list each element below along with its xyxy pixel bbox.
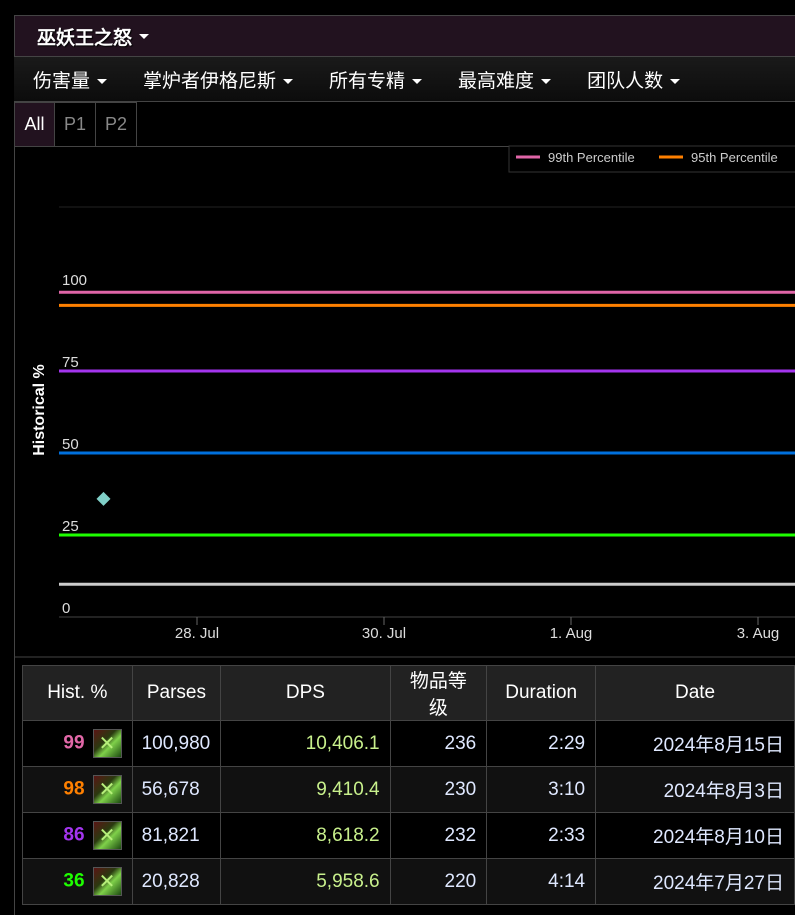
y-tick-label: 50 bbox=[62, 436, 79, 453]
y-tick-label: 75 bbox=[62, 354, 79, 371]
ilvl-cell: 232 bbox=[389, 812, 488, 859]
table-row[interactable]: 86 81,821 8,618.2 232 2:33 2024年8月10日 bbox=[22, 812, 795, 859]
hist-pct-cell: 86 bbox=[22, 812, 133, 859]
spec-icon bbox=[92, 775, 122, 804]
legend-label: 99th Percentile bbox=[548, 150, 635, 165]
dps-cell: 9,410.4 bbox=[220, 766, 391, 813]
table-row[interactable]: 36 20,828 5,958.6 220 4:14 2024年7月27日 bbox=[22, 858, 795, 905]
date-cell[interactable]: 2024年8月10日 bbox=[595, 812, 795, 859]
column-header[interactable]: 物品等级 bbox=[389, 665, 488, 721]
parses-cell: 81,821 bbox=[131, 812, 222, 859]
duration-cell: 2:33 bbox=[486, 812, 597, 859]
y-tick-label: 100 bbox=[62, 272, 87, 289]
dps-cell: 5,958.6 bbox=[220, 858, 391, 905]
spec-icon bbox=[92, 821, 122, 850]
dps-cell: 8,618.2 bbox=[220, 812, 391, 859]
table-row[interactable]: 98 56,678 9,410.4 230 3:10 2024年8月3日 bbox=[22, 766, 795, 813]
legend-label: 95th Percentile bbox=[691, 150, 778, 165]
percentile: 86 bbox=[63, 824, 85, 846]
y-tick-label: 0 bbox=[62, 600, 70, 617]
table-row[interactable]: 99 100,980 10,406.1 236 2:29 2024年8月15日 bbox=[22, 720, 795, 767]
parses-cell: 20,828 bbox=[131, 858, 222, 905]
date-cell[interactable]: 2024年8月3日 bbox=[595, 766, 795, 813]
x-tick-label: 1. Aug bbox=[550, 625, 593, 642]
x-tick-label: 30. Jul bbox=[362, 625, 406, 642]
column-header[interactable]: Parses bbox=[131, 665, 222, 721]
y-axis-label: Historical % bbox=[31, 364, 48, 456]
spec-icon bbox=[92, 867, 122, 896]
column-header[interactable]: DPS bbox=[220, 665, 391, 721]
spec-icon bbox=[92, 729, 122, 758]
column-header[interactable]: Date bbox=[595, 665, 795, 721]
y-tick-label: 25 bbox=[62, 518, 79, 535]
historical-chart: 0 25 50 75 100 28. Jul 30. Jul 1. Aug 3. Aug Hist… bbox=[14, 145, 795, 658]
duration-cell: 2:29 bbox=[486, 720, 597, 767]
ilvl-cell: 230 bbox=[389, 766, 488, 813]
hist-pct-cell: 98 bbox=[22, 766, 133, 813]
hist-pct-cell: 99 bbox=[22, 720, 133, 767]
parses-table: Hist. %ParsesDPS物品等级DurationDate 99 100,… bbox=[22, 665, 795, 905]
percentile: 98 bbox=[63, 778, 85, 800]
date-cell[interactable]: 2024年8月15日 bbox=[595, 720, 795, 767]
date-cell[interactable]: 2024年7月27日 bbox=[595, 858, 795, 905]
duration-cell: 3:10 bbox=[486, 766, 597, 813]
ilvl-cell: 220 bbox=[389, 858, 488, 905]
dps-cell: 10,406.1 bbox=[220, 720, 391, 767]
duration-cell: 4:14 bbox=[486, 858, 597, 905]
parses-cell: 100,980 bbox=[131, 720, 222, 767]
ilvl-cell: 236 bbox=[389, 720, 488, 767]
percentile: 99 bbox=[63, 732, 85, 754]
x-tick-label: 28. Jul bbox=[175, 625, 219, 642]
column-header[interactable]: Duration bbox=[486, 665, 597, 721]
column-header[interactable]: Hist. % bbox=[22, 665, 133, 721]
data-point bbox=[96, 491, 111, 506]
percentile: 36 bbox=[63, 870, 85, 892]
hist-pct-cell: 36 bbox=[22, 858, 133, 905]
x-tick-label: 3. Aug bbox=[737, 625, 780, 642]
parses-cell: 56,678 bbox=[131, 766, 222, 813]
